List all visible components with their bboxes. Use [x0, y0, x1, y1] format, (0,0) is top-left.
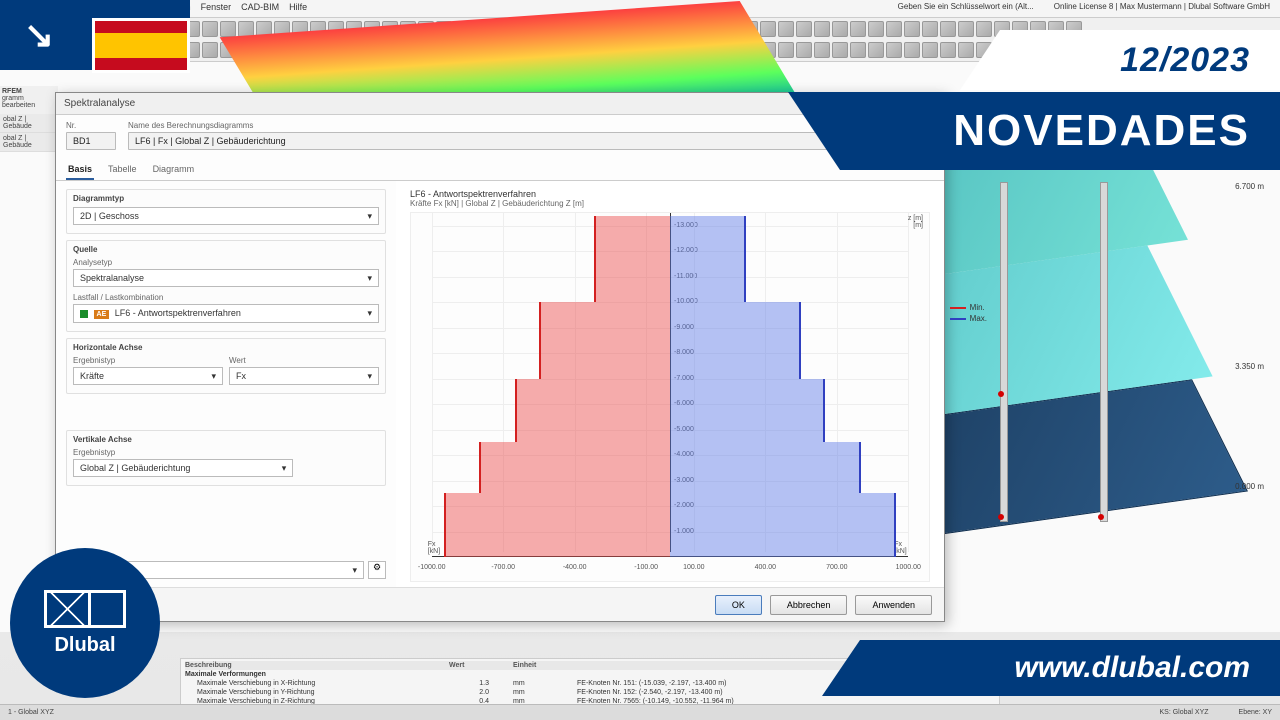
chart-title: LF6 - Antwortspektrenverfahren [410, 189, 930, 199]
brand-name: Dlubal [54, 634, 115, 657]
ok-button[interactable]: OK [715, 595, 762, 615]
lastfall-select[interactable]: AE LF6 - Antwortspektrenverfahren [73, 304, 379, 323]
field-label: Analysetyp [73, 258, 379, 267]
toolbar-icon[interactable] [886, 21, 902, 37]
toolbar-icon[interactable] [778, 21, 794, 37]
banner-headline: NOVEDADES [840, 92, 1280, 170]
section-title: Diagrammtyp [73, 194, 379, 203]
toolbar-icon[interactable] [796, 42, 812, 58]
menu-item[interactable]: Fenster [201, 2, 232, 15]
ergebnistyp-select[interactable]: Kräfte [73, 367, 223, 385]
toolbar-icon[interactable] [922, 42, 938, 58]
dim-label: 3.350 m [1235, 362, 1264, 371]
diagrammtyp-select[interactable]: 2D | Geschoss [73, 207, 379, 225]
nr-input[interactable]: BD1 [66, 132, 116, 150]
tab-tabelle[interactable]: Tabelle [106, 160, 139, 180]
status-cs: 1 - Global XYZ [8, 709, 54, 716]
toolbar-icon[interactable] [832, 42, 848, 58]
toolbar-icon[interactable] [868, 42, 884, 58]
toolbar-icon[interactable] [868, 21, 884, 37]
toolbar-icon[interactable] [850, 42, 866, 58]
color-swatch [80, 310, 88, 318]
fe-node [998, 514, 1004, 520]
chart-subtitle: Kräfte Fx [kN] | Global Z | Gebäudericht… [410, 199, 930, 208]
toolbar-icon[interactable] [814, 42, 830, 58]
status-ebene: Ebene: XY [1239, 709, 1272, 716]
brand-logo: Dlubal [10, 548, 160, 698]
analysetyp-select[interactable]: Spektralanalyse [73, 269, 379, 287]
fe-node [998, 391, 1004, 397]
flag-spain-icon [92, 18, 190, 73]
section-quelle: Quelle Analysetyp Spektralanalyse Lastfa… [66, 240, 386, 332]
wert-select[interactable]: Fx [229, 367, 379, 385]
toolbar-icon[interactable] [832, 21, 848, 37]
top-right-area: Geben Sie ein Schlüsselwort ein (Alt... … [898, 2, 1270, 11]
search-hint[interactable]: Geben Sie ein Schlüsselwort ein (Alt... [898, 2, 1034, 11]
toolbar-icon[interactable] [904, 21, 920, 37]
settings-panel: Diagrammtyp 2D | Geschoss Quelle Analyse… [56, 181, 396, 587]
section-title: Vertikale Achse [73, 435, 379, 444]
statusbar: 1 - Global XYZ KS: Global XYZ Ebene: XY [0, 704, 1280, 720]
toolbar-icon[interactable] [796, 21, 812, 37]
field-label: Ergebnistyp [73, 356, 223, 365]
field-label: Wert [229, 356, 379, 365]
section-diagrammtyp: Diagrammtyp 2D | Geschoss [66, 189, 386, 234]
logo-mark-icon [44, 590, 126, 628]
dim-label: 0.000 m [1235, 482, 1264, 491]
dialog-buttons: OK Abbrechen Anwenden [56, 587, 944, 621]
banner-date: 12/2023 [1000, 30, 1280, 90]
chart-area: -1.000-2.000-3.000-4.000-5.000-6.000-7.0… [410, 212, 930, 582]
toolbar-icon[interactable] [922, 21, 938, 37]
field-label: Ergebnistyp [73, 448, 379, 457]
tab-basis[interactable]: Basis [66, 160, 94, 180]
left-tree-items[interactable]: obal Z | Gebäude obal Z | Gebäude [0, 114, 58, 152]
fe-node [1098, 514, 1104, 520]
toolbar-icon[interactable] [940, 21, 956, 37]
chart-panel: LF6 - Antwortspektrenverfahren Kräfte Fx… [396, 181, 944, 587]
dialog-body: Diagrammtyp 2D | Geschoss Quelle Analyse… [56, 181, 944, 587]
toolbar-icon[interactable] [202, 21, 218, 37]
dialog-title-text: Spektralanalyse [64, 98, 135, 109]
toolbar-icon[interactable] [202, 42, 218, 58]
ae-tag: AE [94, 310, 110, 319]
banner-url: www.dlubal.com [860, 640, 1280, 696]
section-vertikale-achse: Vertikale Achse Ergebnistyp Global Z | G… [66, 430, 386, 486]
section-title: Quelle [73, 245, 379, 254]
toolbar-icon[interactable] [850, 21, 866, 37]
license-info: Online License 8 | Max Mustermann | Dlub… [1054, 2, 1270, 11]
menu-item[interactable]: Hilfe [289, 2, 307, 15]
settings-icon[interactable]: ⚙ [368, 561, 386, 579]
toolbar-icon[interactable] [220, 21, 236, 37]
vert-ergebnistyp-select[interactable]: Global Z | Gebäuderichtung [73, 459, 293, 477]
cancel-button[interactable]: Abbrechen [770, 595, 848, 615]
section-horizontale-achse: Horizontale Achse Ergebnistyp Kräfte Wer… [66, 338, 386, 394]
section-title: Horizontale Achse [73, 343, 379, 352]
field-label: Lastfall / Lastkombination [73, 293, 379, 302]
toolbar-icon[interactable] [904, 42, 920, 58]
nr-label: Nr. [66, 121, 116, 130]
toolbar-icon[interactable] [886, 42, 902, 58]
arrow-down-right-icon: ↘ [18, 14, 60, 56]
toolbar-icon[interactable] [760, 21, 776, 37]
app-panel-title: RFEM gramm bearbeiten [0, 86, 58, 114]
toolbar-icon[interactable] [940, 42, 956, 58]
apply-button[interactable]: Anwenden [855, 595, 932, 615]
chart-legend: Min. Max. [950, 303, 987, 325]
status-ks: KS: Global XYZ [1160, 709, 1209, 716]
column [1000, 182, 1008, 522]
dim-label: 6.700 m [1235, 182, 1264, 191]
dialog-spectral-analysis: Spektralanalyse – □ × Nr. BD1 Name des B… [55, 92, 945, 622]
toolbar-icon[interactable] [778, 42, 794, 58]
tab-diagramm[interactable]: Diagramm [151, 160, 197, 180]
toolbar-icon[interactable] [814, 21, 830, 37]
column [1100, 182, 1108, 522]
menu-item[interactable]: CAD-BIM [241, 2, 279, 15]
